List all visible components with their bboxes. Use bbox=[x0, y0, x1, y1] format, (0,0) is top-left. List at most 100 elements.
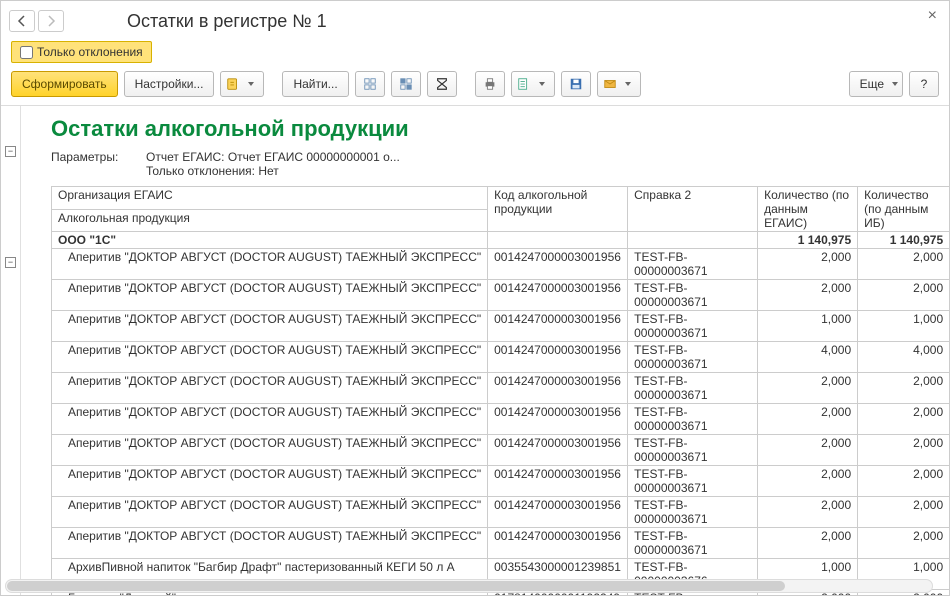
cell-qty-ib: 1,000 bbox=[858, 311, 949, 342]
generate-label: Сформировать bbox=[22, 77, 107, 91]
col-header-product: Алкогольная продукция bbox=[52, 209, 488, 232]
cell-product: Аперитив "ДОКТОР АВГУСТ (DOCTOR AUGUST) … bbox=[52, 311, 488, 342]
param-value-1: Отчет ЕГАИС: Отчет ЕГАИС 00000000001 о..… bbox=[146, 150, 400, 164]
table-row[interactable]: Аперитив "ДОКТОР АВГУСТ (DOCTOR AUGUST) … bbox=[52, 280, 950, 311]
cell-code: 0014247000003001956 bbox=[488, 497, 628, 528]
cell-code: 0014247000003001956 bbox=[488, 404, 628, 435]
table-row[interactable]: Аперитив "ДОКТОР АВГУСТ (DOCTOR AUGUST) … bbox=[52, 404, 950, 435]
cell-code: 0014247000003001956 bbox=[488, 280, 628, 311]
cell-qty-egais: 2,000 bbox=[758, 528, 858, 559]
report-scroll[interactable]: − − Остатки алкогольной продукции Параме… bbox=[1, 106, 949, 595]
mail-icon bbox=[603, 77, 617, 91]
col-header-code: Код алкогольной продукции bbox=[488, 187, 628, 232]
expand-groups-button[interactable] bbox=[355, 71, 385, 97]
org-qty-ib: 1 140,975 bbox=[858, 232, 949, 249]
cell-qty-ib: 2,000 bbox=[858, 466, 949, 497]
cell-product: Аперитив "ДОКТОР АВГУСТ (DOCTOR AUGUST) … bbox=[52, 373, 488, 404]
cell-code: 0014247000003001956 bbox=[488, 311, 628, 342]
nav-forward-button[interactable] bbox=[38, 10, 64, 32]
cell-qty-egais: 2,000 bbox=[758, 497, 858, 528]
table-row[interactable]: Аперитив "ДОКТОР АВГУСТ (DOCTOR AUGUST) … bbox=[52, 435, 950, 466]
print-button[interactable] bbox=[475, 71, 505, 97]
export-icon bbox=[517, 77, 531, 91]
scrollbar-thumb[interactable] bbox=[7, 581, 785, 591]
export-button[interactable] bbox=[511, 71, 555, 97]
cell-product: Аперитив "ДОКТОР АВГУСТ (DOCTOR AUGUST) … bbox=[52, 497, 488, 528]
horizontal-scrollbar[interactable] bbox=[5, 579, 933, 593]
col-header-org: Организация ЕГАИС bbox=[52, 187, 488, 210]
cell-ref: TEST-FB-00000003671 bbox=[628, 249, 758, 280]
report-grid: Организация ЕГАИС Код алкогольной продук… bbox=[51, 186, 949, 595]
cell-qty-ib: 2,000 bbox=[858, 404, 949, 435]
col-header-qty-ib: Количество (по данным ИБ) bbox=[858, 187, 949, 232]
table-row[interactable]: Аперитив "ДОКТОР АВГУСТ (DOCTOR AUGUST) … bbox=[52, 311, 950, 342]
cell-ref: TEST-FB-00000003671 bbox=[628, 404, 758, 435]
table-row[interactable]: Аперитив "ДОКТОР АВГУСТ (DOCTOR AUGUST) … bbox=[52, 528, 950, 559]
cell-product: Аперитив "ДОКТОР АВГУСТ (DOCTOR AUGUST) … bbox=[52, 342, 488, 373]
cell-qty-egais: 2,000 bbox=[758, 373, 858, 404]
cell-qty-ib: 4,000 bbox=[858, 342, 949, 373]
settings-button[interactable]: Настройки... bbox=[124, 71, 215, 97]
save-button[interactable] bbox=[561, 71, 591, 97]
cell-code: 0014247000003001956 bbox=[488, 342, 628, 373]
arrow-left-icon bbox=[16, 15, 28, 27]
table-row[interactable]: Аперитив "ДОКТОР АВГУСТ (DOCTOR AUGUST) … bbox=[52, 373, 950, 404]
cell-product: Аперитив "ДОКТОР АВГУСТ (DOCTOR AUGUST) … bbox=[52, 466, 488, 497]
collapse-groups-button[interactable] bbox=[391, 71, 421, 97]
cell-ref: TEST-FB-00000003671 bbox=[628, 342, 758, 373]
arrow-right-icon bbox=[45, 15, 57, 27]
only-deviations-checkbox[interactable]: Только отклонения bbox=[11, 41, 152, 63]
table-row[interactable]: Аперитив "ДОКТОР АВГУСТ (DOCTOR AUGUST) … bbox=[52, 342, 950, 373]
report-area: − − Остатки алкогольной продукции Параме… bbox=[1, 105, 949, 595]
collapse-toggle[interactable]: − bbox=[5, 146, 16, 157]
cell-product: Аперитив "ДОКТОР АВГУСТ (DOCTOR AUGUST) … bbox=[52, 404, 488, 435]
cell-code: 0014247000003001956 bbox=[488, 466, 628, 497]
variants-icon bbox=[226, 77, 240, 91]
chevron-down-icon bbox=[248, 82, 254, 86]
col-header-qty-egais: Количество (по данным ЕГАИС) bbox=[758, 187, 858, 232]
close-button[interactable]: × bbox=[922, 5, 943, 27]
cell-ref: TEST-FB-00000003671 bbox=[628, 311, 758, 342]
cell-qty-egais: 4,000 bbox=[758, 342, 858, 373]
table-row[interactable]: Аперитив "ДОКТОР АВГУСТ (DOCTOR AUGUST) … bbox=[52, 466, 950, 497]
only-deviations-input[interactable] bbox=[20, 46, 33, 59]
floppy-icon bbox=[569, 77, 583, 91]
variants-button[interactable] bbox=[220, 71, 264, 97]
sum-button[interactable] bbox=[427, 71, 457, 97]
generate-button[interactable]: Сформировать bbox=[11, 71, 118, 97]
table-row[interactable]: Аперитив "ДОКТОР АВГУСТ (DOCTOR AUGUST) … bbox=[52, 249, 950, 280]
cell-qty-ib: 2,000 bbox=[858, 528, 949, 559]
send-button[interactable] bbox=[597, 71, 641, 97]
col-header-ref: Справка 2 bbox=[628, 187, 758, 232]
find-button[interactable]: Найти... bbox=[282, 71, 348, 97]
report-title: Остатки алкогольной продукции bbox=[51, 116, 949, 142]
cell-qty-egais: 2,000 bbox=[758, 249, 858, 280]
cell-product: Аперитив "ДОКТОР АВГУСТ (DOCTOR AUGUST) … bbox=[52, 280, 488, 311]
table-row[interactable]: Аперитив "ДОКТОР АВГУСТ (DOCTOR AUGUST) … bbox=[52, 497, 950, 528]
nav-back-button[interactable] bbox=[9, 10, 35, 32]
more-button[interactable]: Еще bbox=[849, 71, 903, 97]
cell-code: 0014247000003001956 bbox=[488, 435, 628, 466]
param-row: Параметры: Отчет ЕГАИС: Отчет ЕГАИС 0000… bbox=[51, 150, 949, 178]
cell-qty-ib: 2,000 bbox=[858, 497, 949, 528]
window-title: Остатки в регистре № 1 bbox=[67, 11, 941, 32]
cell-product: Аперитив "ДОКТОР АВГУСТ (DOCTOR AUGUST) … bbox=[52, 249, 488, 280]
find-label: Найти... bbox=[293, 77, 337, 91]
cell-code: 0014247000003001956 bbox=[488, 249, 628, 280]
outline-gutter: − − bbox=[1, 106, 21, 595]
more-label: Еще bbox=[860, 77, 884, 91]
org-qty-egais: 1 140,975 bbox=[758, 232, 858, 249]
cell-ref: TEST-FB-00000003671 bbox=[628, 528, 758, 559]
collapse-toggle[interactable]: − bbox=[5, 257, 16, 268]
org-name: ООО "1С" bbox=[52, 232, 488, 249]
help-label: ? bbox=[921, 77, 928, 91]
cell-qty-ib: 2,000 bbox=[858, 373, 949, 404]
chevron-down-icon bbox=[892, 82, 898, 86]
filter-row: Только отклонения bbox=[1, 39, 949, 65]
cell-qty-egais: 2,000 bbox=[758, 466, 858, 497]
main-toolbar: Сформировать Настройки... Найти... bbox=[1, 65, 949, 105]
help-button[interactable]: ? bbox=[909, 71, 939, 97]
cell-code: 0014247000003001956 bbox=[488, 528, 628, 559]
printer-icon bbox=[483, 77, 497, 91]
cell-qty-ib: 2,000 bbox=[858, 249, 949, 280]
